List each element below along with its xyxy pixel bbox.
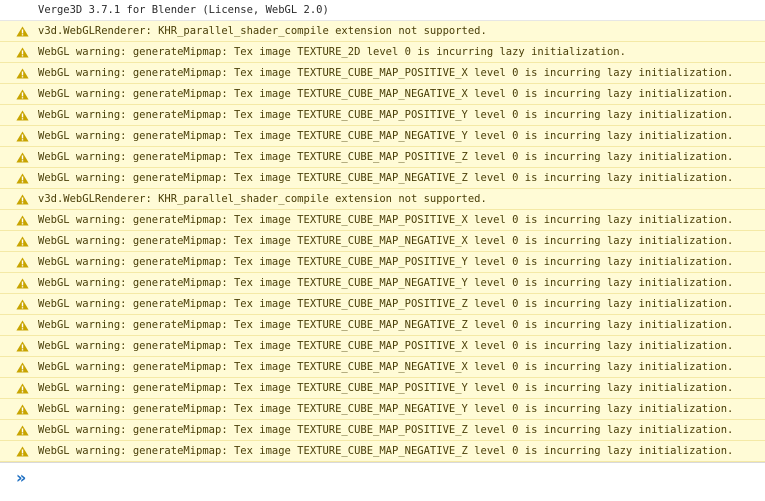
console-message-text: v3d.WebGLRenderer: KHR_parallel_shader_c…	[38, 193, 487, 205]
console-message-text: WebGL warning: generateMipmap: Tex image…	[38, 235, 734, 247]
warning-triangle-icon	[16, 236, 29, 247]
console-warning-row[interactable]: WebGL warning: generateMipmap: Tex image…	[0, 42, 765, 63]
console-warning-row[interactable]: WebGL warning: generateMipmap: Tex image…	[0, 378, 765, 399]
console-warning-row[interactable]: WebGL warning: generateMipmap: Tex image…	[0, 294, 765, 315]
console-message-text: WebGL warning: generateMipmap: Tex image…	[38, 445, 734, 457]
console-message-text: WebGL warning: generateMipmap: Tex image…	[38, 214, 734, 226]
warning-triangle-icon	[16, 152, 29, 163]
console-message-text: WebGL warning: generateMipmap: Tex image…	[38, 319, 734, 331]
console-warning-row[interactable]: WebGL warning: generateMipmap: Tex image…	[0, 357, 765, 378]
warning-triangle-icon	[16, 383, 29, 394]
warning-triangle-icon	[16, 320, 29, 331]
console-warning-row[interactable]: WebGL warning: generateMipmap: Tex image…	[0, 210, 765, 231]
console-warning-row[interactable]: WebGL warning: generateMipmap: Tex image…	[0, 231, 765, 252]
console-message-text: WebGL warning: generateMipmap: Tex image…	[38, 277, 734, 289]
console-warning-row[interactable]: WebGL warning: generateMipmap: Tex image…	[0, 273, 765, 294]
console-warning-row[interactable]: v3d.WebGLRenderer: KHR_parallel_shader_c…	[0, 189, 765, 210]
console-input[interactable]	[38, 467, 742, 491]
console-prompt[interactable]: »	[0, 462, 765, 493]
console-message-text: Verge3D 3.7.1 for Blender (License, WebG…	[38, 4, 329, 16]
console-message-text: WebGL warning: generateMipmap: Tex image…	[38, 67, 734, 79]
warning-triangle-icon	[16, 26, 29, 37]
console-message-text: WebGL warning: generateMipmap: Tex image…	[38, 46, 626, 58]
console-warning-row[interactable]: WebGL warning: generateMipmap: Tex image…	[0, 126, 765, 147]
console-warning-row[interactable]: WebGL warning: generateMipmap: Tex image…	[0, 315, 765, 336]
console-warning-row[interactable]: WebGL warning: generateMipmap: Tex image…	[0, 441, 765, 462]
console-warning-row[interactable]: WebGL warning: generateMipmap: Tex image…	[0, 420, 765, 441]
console-message-text: WebGL warning: generateMipmap: Tex image…	[38, 298, 734, 310]
console-warning-row[interactable]: WebGL warning: generateMipmap: Tex image…	[0, 105, 765, 126]
double-chevron-right-icon: »	[16, 468, 27, 487]
console-warning-row[interactable]: WebGL warning: generateMipmap: Tex image…	[0, 252, 765, 273]
console-message-text: v3d.WebGLRenderer: KHR_parallel_shader_c…	[38, 25, 487, 37]
console-warning-row[interactable]: WebGL warning: generateMipmap: Tex image…	[0, 63, 765, 84]
warning-triangle-icon	[16, 194, 29, 205]
warning-triangle-icon	[16, 173, 29, 184]
console-warning-row[interactable]: WebGL warning: generateMipmap: Tex image…	[0, 168, 765, 189]
console-info-row[interactable]: Verge3D 3.7.1 for Blender (License, WebG…	[0, 0, 765, 21]
console-warning-row[interactable]: WebGL warning: generateMipmap: Tex image…	[0, 399, 765, 420]
warning-triangle-icon	[16, 89, 29, 100]
warning-triangle-icon	[16, 299, 29, 310]
warning-triangle-icon	[16, 341, 29, 352]
console-output: Verge3D 3.7.1 for Blender (License, WebG…	[0, 0, 765, 462]
console-message-text: WebGL warning: generateMipmap: Tex image…	[38, 382, 734, 394]
console-message-text: WebGL warning: generateMipmap: Tex image…	[38, 340, 734, 352]
console-message-text: WebGL warning: generateMipmap: Tex image…	[38, 88, 734, 100]
console-message-text: WebGL warning: generateMipmap: Tex image…	[38, 403, 734, 415]
console-message-text: WebGL warning: generateMipmap: Tex image…	[38, 109, 734, 121]
console-warning-row[interactable]: v3d.WebGLRenderer: KHR_parallel_shader_c…	[0, 21, 765, 42]
console-message-text: WebGL warning: generateMipmap: Tex image…	[38, 424, 734, 436]
console-message-text: WebGL warning: generateMipmap: Tex image…	[38, 151, 734, 163]
console-warning-row[interactable]: WebGL warning: generateMipmap: Tex image…	[0, 336, 765, 357]
warning-triangle-icon	[16, 362, 29, 373]
warning-triangle-icon	[16, 110, 29, 121]
warning-triangle-icon	[16, 68, 29, 79]
warning-triangle-icon	[16, 425, 29, 436]
console-message-text: WebGL warning: generateMipmap: Tex image…	[38, 172, 734, 184]
warning-triangle-icon	[16, 131, 29, 142]
warning-triangle-icon	[16, 446, 29, 457]
warning-triangle-icon	[16, 215, 29, 226]
warning-triangle-icon	[16, 404, 29, 415]
warning-triangle-icon	[16, 278, 29, 289]
console-warning-row[interactable]: WebGL warning: generateMipmap: Tex image…	[0, 147, 765, 168]
console-warning-row[interactable]: WebGL warning: generateMipmap: Tex image…	[0, 84, 765, 105]
console-message-text: WebGL warning: generateMipmap: Tex image…	[38, 130, 734, 142]
warning-triangle-icon	[16, 257, 29, 268]
warning-triangle-icon	[16, 47, 29, 58]
console-message-text: WebGL warning: generateMipmap: Tex image…	[38, 256, 734, 268]
console-message-text: WebGL warning: generateMipmap: Tex image…	[38, 361, 734, 373]
